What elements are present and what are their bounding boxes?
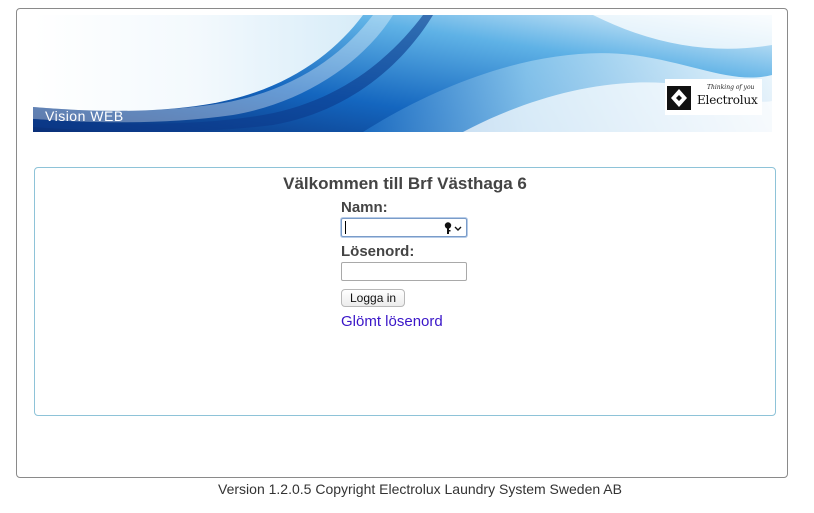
forgot-password-link[interactable]: Glömt lösenord bbox=[341, 313, 541, 330]
name-field[interactable] bbox=[341, 218, 467, 237]
password-label: Lösenord: bbox=[341, 243, 415, 260]
name-input[interactable] bbox=[342, 219, 444, 236]
electrolux-logo: Thinking of you Electrolux bbox=[667, 83, 760, 113]
app-title: Vision WEB bbox=[45, 108, 124, 124]
key-icon[interactable] bbox=[443, 221, 463, 235]
header-banner: Vision WEB Thinking of you Electrolux bbox=[33, 15, 772, 132]
name-label: Namn: bbox=[341, 199, 388, 216]
password-input[interactable] bbox=[341, 262, 467, 281]
logo-wordmark: Electrolux bbox=[697, 93, 758, 107]
login-button[interactable]: Logga in bbox=[341, 289, 406, 307]
logo-tagline: Thinking of you bbox=[707, 84, 755, 91]
welcome-heading: Välkommen till Brf Västhaga 6 bbox=[283, 174, 527, 193]
banner-swoosh-graphic bbox=[33, 15, 772, 132]
login-form: Namn: Lösenord: Logga in Glömt lösenord bbox=[341, 199, 541, 330]
text-cursor bbox=[345, 221, 346, 234]
electrolux-logo-icon bbox=[667, 86, 691, 110]
login-panel: Välkommen till Brf Västhaga 6 Namn: Löse… bbox=[34, 167, 776, 416]
footer-copyright: Version 1.2.0.5 Copyright Electrolux Lau… bbox=[218, 481, 622, 497]
